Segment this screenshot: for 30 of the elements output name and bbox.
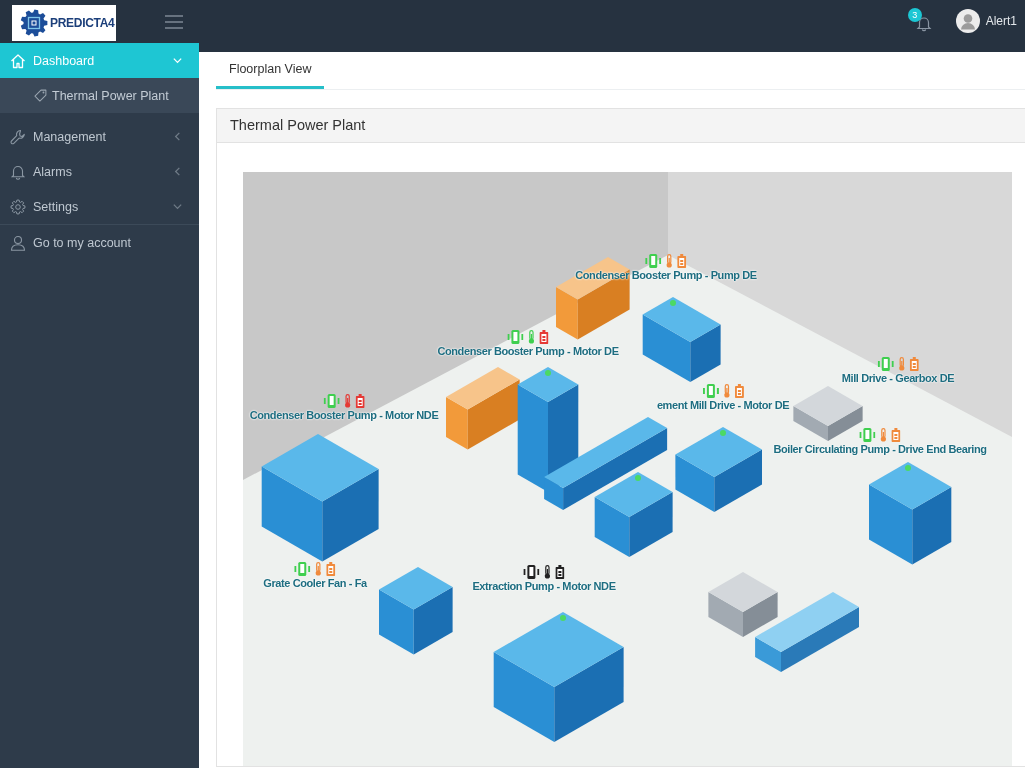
machine-label: Grate Cooler Fan - Fa bbox=[263, 577, 367, 590]
machine-label: Condenser Booster Pump - Motor NDE bbox=[249, 409, 439, 422]
logo[interactable]: PREDICTA4 bbox=[12, 4, 116, 41]
tag-icon bbox=[34, 89, 47, 102]
nav-item[interactable]: Management bbox=[0, 119, 199, 154]
bell-icon bbox=[10, 163, 26, 180]
machine-label: Condenser Booster Pump - Motor DE bbox=[437, 345, 619, 358]
avatar-icon[interactable] bbox=[955, 9, 980, 33]
bell-icon[interactable] bbox=[915, 15, 932, 32]
machine-label: Boiler Circulating Pump - Drive End Bearing bbox=[773, 443, 987, 456]
machine-label: Extraction Pump - Motor NDE bbox=[472, 580, 616, 593]
logo-text: PREDICTA4 bbox=[50, 15, 115, 30]
user-name[interactable]: Alert1 bbox=[985, 0, 1017, 43]
machine-label: ement Mill Drive - Motor DE bbox=[656, 399, 790, 412]
logo-gear-icon bbox=[20, 8, 48, 37]
user-icon bbox=[10, 234, 26, 251]
notification-badge: 3 bbox=[907, 8, 922, 22]
machine-label: Mill Drive - Gearbox DE bbox=[841, 372, 955, 385]
menu-icon[interactable] bbox=[165, 14, 183, 29]
platform bbox=[708, 572, 778, 637]
platform bbox=[793, 386, 863, 441]
nav-subitem[interactable]: Thermal Power Plant bbox=[0, 78, 199, 113]
home-icon bbox=[10, 52, 26, 69]
wrench-icon bbox=[10, 128, 26, 145]
panel-title: Thermal Power Plant bbox=[217, 109, 1025, 143]
nav-item[interactable]: Settings bbox=[0, 189, 199, 224]
tab[interactable]: Floorplan View bbox=[216, 52, 325, 89]
machine-label: Condenser Booster Pump - Pump DE bbox=[575, 269, 757, 282]
gear-icon bbox=[10, 198, 26, 215]
nav-item[interactable]: Alarms bbox=[0, 154, 199, 189]
